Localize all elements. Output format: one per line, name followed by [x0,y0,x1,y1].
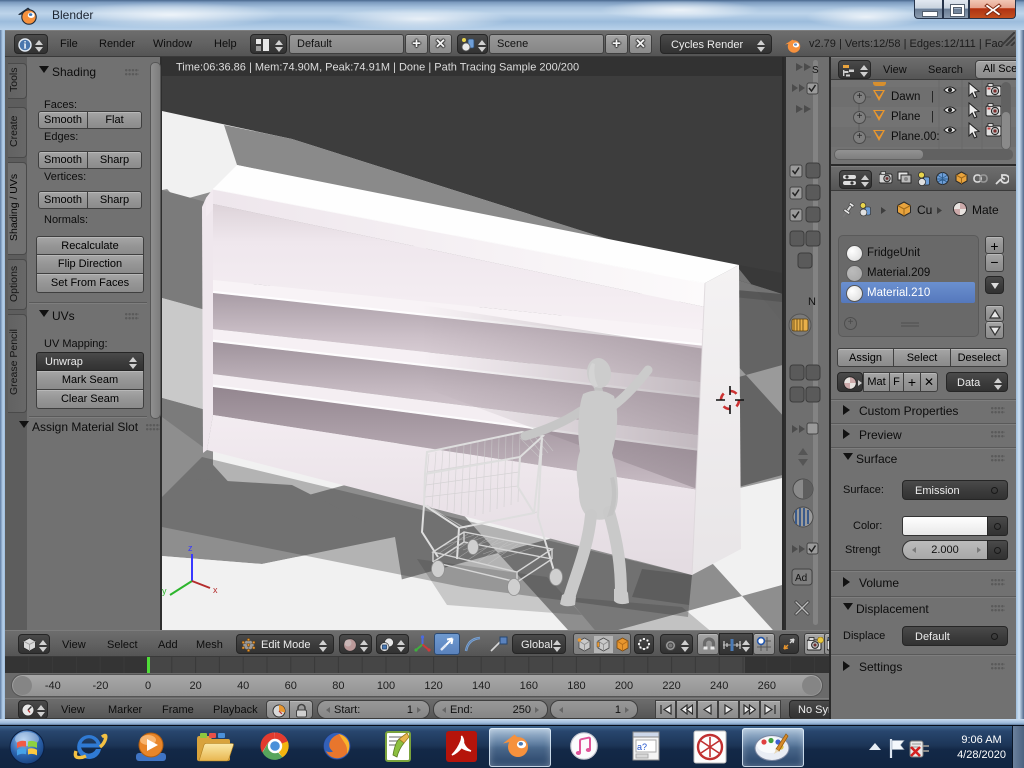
svg-text:N: N [808,296,816,308]
svg-text:180: 180 [567,680,585,692]
svg-text:140: 140 [472,680,490,692]
svg-text:Time:06:36.86 | Mem:74.90M, Pe: Time:06:36.86 | Mem:74.90M, Peak:74.91M … [176,62,579,74]
svg-text:S: S [812,65,819,76]
svg-text:-40: -40 [45,680,61,692]
svg-text:40: 40 [237,680,249,692]
svg-text:z: z [188,543,193,553]
svg-text:Ad: Ad [795,573,807,584]
svg-text:y: y [162,586,167,596]
svg-text:i: i [24,41,27,52]
svg-text:160: 160 [520,680,538,692]
svg-text:x: x [213,585,218,595]
svg-text:Cu: Cu [917,203,932,217]
svg-text:-20: -20 [92,680,108,692]
svg-text:220: 220 [662,680,680,692]
svg-text:20: 20 [189,680,201,692]
svg-text:60: 60 [285,680,297,692]
svg-text:80: 80 [332,680,344,692]
svg-text:240: 240 [710,680,728,692]
svg-text:a?: a? [637,742,647,752]
svg-text:0: 0 [145,680,151,692]
svg-text:260: 260 [758,680,776,692]
svg-text:120: 120 [424,680,442,692]
svg-text:200: 200 [615,680,633,692]
svg-text:Mate: Mate [972,203,999,217]
svg-text:100: 100 [377,680,395,692]
